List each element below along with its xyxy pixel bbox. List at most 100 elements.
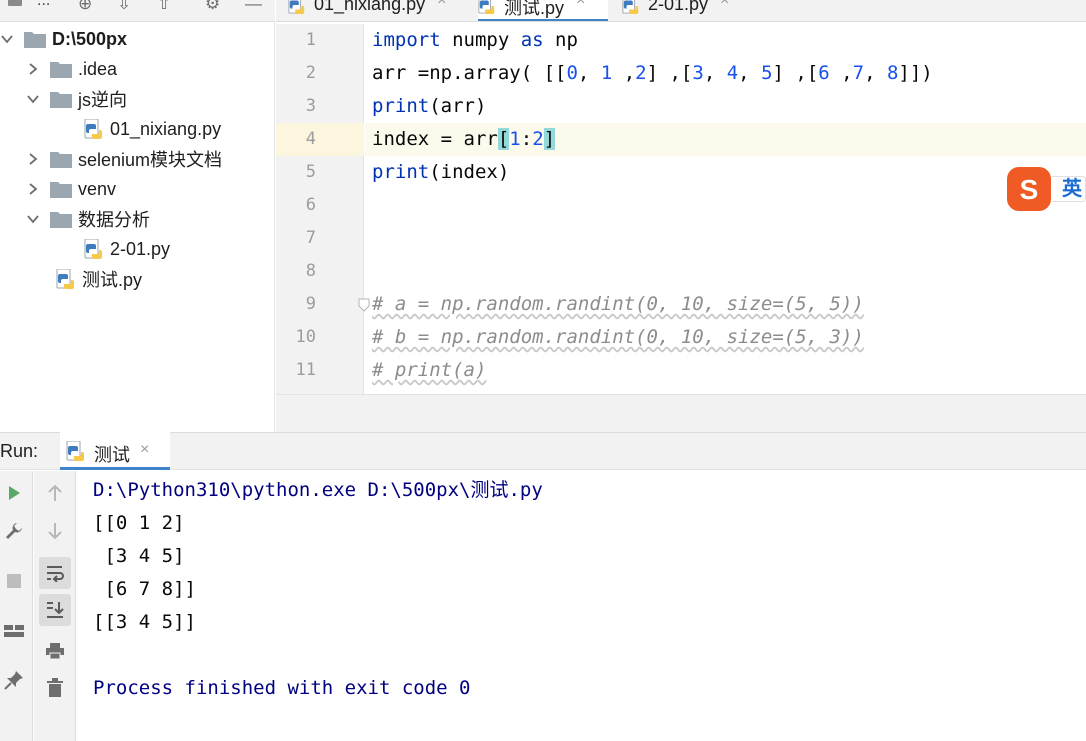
collapse-all-icon[interactable]: ⇧ bbox=[157, 0, 171, 14]
line-number: 6 bbox=[305, 195, 316, 215]
python-file-icon bbox=[84, 238, 104, 259]
run-panel-label: Run: bbox=[0, 441, 39, 461]
code-line[interactable]: # b = np.random.randint(0, 10, size=(5, … bbox=[372, 321, 864, 354]
tab-ceshi[interactable]: 测试.py × bbox=[478, 0, 608, 21]
line-number: 2 bbox=[305, 63, 316, 83]
python-file-icon bbox=[84, 118, 104, 139]
close-icon[interactable]: × bbox=[437, 0, 446, 10]
line-number: 10 bbox=[295, 327, 316, 347]
folder-icon bbox=[24, 31, 46, 48]
tab-01-nixiang[interactable]: 01_nixiang.py × bbox=[288, 0, 470, 21]
line-number: 5 bbox=[305, 162, 316, 182]
fold-marker-icon[interactable] bbox=[358, 298, 370, 312]
hide-panel-icon[interactable]: — bbox=[245, 0, 262, 14]
stop-icon[interactable] bbox=[0, 567, 28, 595]
code-line[interactable]: arr =np.array( [[0, 1 ,2] ,[3, 4, 5] ,[6… bbox=[372, 57, 933, 90]
close-icon[interactable]: × bbox=[576, 0, 585, 10]
python-file-icon bbox=[478, 0, 496, 14]
chevron-down-icon[interactable] bbox=[0, 32, 14, 46]
line-number: 1 bbox=[305, 30, 316, 50]
editor-tab-bar: 01_nixiang.py × 测试.py × 2-01.py × bbox=[276, 0, 1086, 22]
arrow-down-icon[interactable] bbox=[41, 517, 69, 545]
folder-icon bbox=[50, 151, 72, 168]
line-number: 9 bbox=[305, 294, 316, 314]
code-line[interactable]: print(arr) bbox=[372, 90, 486, 123]
console-system-line: D:\Python310\python.exe D:\500px\测试.py bbox=[93, 479, 543, 501]
chevron-down-icon[interactable] bbox=[26, 212, 40, 226]
print-icon[interactable] bbox=[41, 637, 69, 665]
tree-item-js[interactable]: js逆向 bbox=[26, 84, 127, 114]
tree-item-item-6[interactable]: 数据分析 bbox=[26, 204, 150, 234]
line-number: 3 bbox=[305, 96, 316, 116]
chevron-down-icon[interactable] bbox=[26, 92, 40, 106]
scroll-to-end-icon[interactable] bbox=[39, 594, 71, 626]
chevron-right-icon[interactable] bbox=[26, 152, 40, 166]
run-tab-ceshi[interactable]: 测试 × bbox=[60, 432, 170, 470]
wrench-icon[interactable] bbox=[0, 517, 28, 545]
run-tab-label: 测试 bbox=[94, 445, 130, 465]
project-view-selector[interactable]: ... bbox=[37, 0, 50, 10]
close-icon[interactable]: × bbox=[720, 0, 729, 10]
gear-icon[interactable]: ⚙ bbox=[205, 0, 220, 14]
chevron-right-icon[interactable] bbox=[26, 182, 40, 196]
locate-file-icon[interactable]: ⊕ bbox=[78, 0, 92, 14]
run-toolbar-secondary bbox=[34, 471, 76, 741]
tree-item-01-nixiang-py[interactable]: 01_nixiang.py bbox=[84, 114, 221, 144]
tree-item-selenium[interactable]: selenium模块文档 bbox=[26, 144, 222, 174]
soft-wrap-icon[interactable] bbox=[39, 557, 71, 589]
tree-item-py[interactable]: 测试.py bbox=[56, 264, 142, 294]
chevron-right-icon[interactable] bbox=[26, 62, 40, 76]
layout-icon[interactable] bbox=[0, 617, 28, 645]
console-system-line: Process finished with exit code 0 bbox=[93, 677, 471, 699]
close-icon[interactable]: × bbox=[140, 441, 149, 459]
tab-label: 测试.py bbox=[504, 0, 565, 18]
python-file-icon bbox=[288, 0, 306, 14]
console-output-line: [6 7 8]] bbox=[93, 578, 196, 600]
line-number: 7 bbox=[305, 228, 316, 248]
code-line[interactable]: print(index) bbox=[372, 156, 509, 189]
code-line[interactable]: index = arr[1:2] bbox=[372, 123, 556, 156]
trash-icon[interactable] bbox=[41, 674, 69, 702]
tree-item-label: 01_nixiang.py bbox=[110, 118, 222, 139]
console-output-line: [3 4 5] bbox=[93, 545, 185, 567]
tree-item-label: venv bbox=[78, 178, 117, 199]
line-number: 4 bbox=[305, 129, 316, 149]
project-toolbar: ... ⊕ ⇩ ⇧ ⚙ — bbox=[0, 0, 275, 22]
arrow-up-icon[interactable] bbox=[41, 479, 69, 507]
tree-item-idea[interactable]: .idea bbox=[26, 54, 117, 84]
pin-icon[interactable] bbox=[0, 666, 28, 694]
python-file-icon bbox=[66, 440, 86, 461]
tab-label: 2-01.py bbox=[648, 0, 709, 14]
console-output-line: [[0 1 2] bbox=[93, 512, 185, 534]
tab-2-01[interactable]: 2-01.py × bbox=[622, 0, 752, 21]
line-number: 11 bbox=[295, 360, 316, 380]
ime-status-badge[interactable]: S 英 bbox=[1006, 166, 1086, 212]
sogou-ime-icon: S bbox=[1007, 167, 1051, 211]
project-tree: D:\500px .idea js逆向 01_nixiang.py selenium模块… bbox=[0, 22, 275, 432]
tab-label: 01_nixiang.py bbox=[314, 0, 426, 14]
line-number: 8 bbox=[305, 261, 316, 281]
code-line[interactable]: import numpy as np bbox=[372, 24, 578, 57]
tree-item-label: 2-01.py bbox=[110, 238, 171, 259]
folder-icon bbox=[50, 181, 72, 198]
folder-icon bbox=[50, 211, 72, 228]
tree-item-d-500px[interactable]: D:\500px bbox=[0, 24, 127, 54]
project-view-icon[interactable] bbox=[8, 0, 22, 6]
tree-item-label: js逆向 bbox=[78, 90, 127, 110]
ime-logo-letter: S bbox=[1020, 174, 1039, 205]
expand-all-icon[interactable]: ⇩ bbox=[117, 0, 131, 14]
code-line[interactable]: # print(a) bbox=[372, 354, 486, 387]
rerun-icon[interactable] bbox=[0, 479, 28, 507]
run-toolbar-primary bbox=[0, 471, 33, 741]
tree-item-label: selenium模块文档 bbox=[78, 150, 223, 170]
python-file-icon bbox=[56, 268, 76, 289]
tree-item-label: D:\500px bbox=[52, 28, 128, 49]
editor-bottom-strip bbox=[276, 394, 1086, 432]
folder-icon bbox=[50, 91, 72, 108]
python-file-icon bbox=[622, 0, 640, 14]
code-line[interactable]: # a = np.random.randint(0, 10, size=(5, … bbox=[372, 288, 864, 321]
tree-item-venv[interactable]: venv bbox=[26, 174, 116, 204]
console-output-line: [[3 4 5]] bbox=[93, 611, 196, 633]
folder-icon bbox=[50, 61, 72, 78]
tree-item-2-01-py[interactable]: 2-01.py bbox=[84, 234, 170, 264]
